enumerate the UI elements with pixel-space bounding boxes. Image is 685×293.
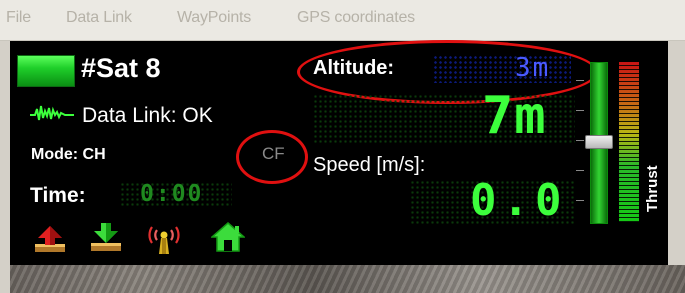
menu-gps-coordinates[interactable]: GPS coordinates	[297, 9, 415, 27]
map-ground-strip	[10, 265, 685, 293]
menu-bar: File Data Link WayPoints GPS coordinates	[0, 0, 685, 41]
thrust-slider-thumb[interactable]	[585, 135, 613, 149]
thrust-label: Thrust	[644, 165, 661, 212]
menu-waypoints[interactable]: WayPoints	[177, 9, 251, 27]
upload-icon[interactable]	[33, 225, 67, 255]
slider-tick	[576, 110, 584, 111]
slider-tick	[576, 140, 584, 141]
signal-wave-icon	[30, 105, 74, 121]
panel-edge	[668, 41, 685, 265]
antenna-icon[interactable]	[144, 221, 184, 255]
time-label: Time:	[30, 184, 86, 207]
satellite-status-indicator	[17, 55, 75, 87]
mode-label: Mode: CH	[31, 146, 106, 163]
download-icon[interactable]	[89, 222, 123, 254]
slider-tick	[576, 80, 584, 81]
menu-file[interactable]: File	[6, 9, 31, 27]
thrust-level-bar	[619, 62, 639, 222]
altitude-big-value: 7m	[482, 86, 547, 146]
cf-highlight-circle	[236, 130, 308, 184]
data-link-status: Data Link: OK	[82, 104, 213, 127]
slider-tick	[576, 200, 584, 201]
satellite-count: #Sat 8	[81, 53, 161, 83]
speed-label: Speed [m/s]:	[313, 154, 426, 176]
home-icon[interactable]	[211, 221, 245, 253]
slider-tick	[576, 170, 584, 171]
speed-value: 0.0	[470, 175, 568, 226]
menu-data-link[interactable]: Data Link	[66, 9, 132, 27]
time-value: 0:00	[140, 181, 204, 207]
